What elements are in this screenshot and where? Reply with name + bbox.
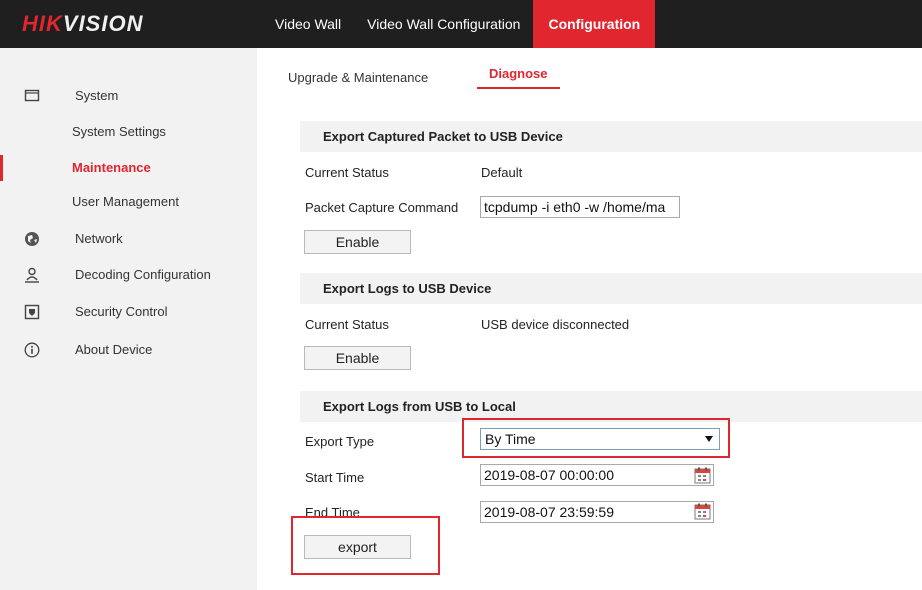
packet-command-input[interactable]: tcpdump -i eth0 -w /home/ma (480, 196, 680, 218)
start-time-input[interactable]: 2019-08-07 00:00:00 (480, 464, 714, 486)
nav-video-wall[interactable]: Video Wall (262, 0, 354, 48)
tab-diagnose[interactable]: Diagnose (477, 66, 560, 89)
sidebar: System System Settings Maintenance User … (0, 48, 257, 590)
export-type-selected: By Time (485, 431, 536, 447)
sidebar-item-system-settings[interactable]: System Settings (0, 119, 257, 145)
nav-configuration[interactable]: Configuration (533, 0, 656, 48)
end-time-label: End Time (305, 505, 360, 520)
export-button[interactable]: export (304, 535, 411, 559)
packet-command-label: Packet Capture Command (305, 200, 459, 215)
sidebar-item-label: System Settings (72, 124, 166, 139)
sidebar-item-label: System (75, 88, 119, 103)
sidebar-item-maintenance[interactable]: Maintenance (0, 155, 257, 181)
sidebar-item-about-device[interactable]: About Device (0, 337, 257, 363)
export-type-select[interactable]: By Time (480, 428, 720, 450)
monitor-icon (24, 89, 40, 102)
end-time-input[interactable]: 2019-08-07 23:59:59 (480, 501, 714, 523)
calendar-icon[interactable] (694, 503, 711, 520)
sidebar-item-label: User Management (72, 194, 179, 209)
sidebar-item-system[interactable]: System (0, 83, 257, 109)
section-header-packet-capture: Export Captured Packet to USB Device (300, 121, 922, 152)
sidebar-item-network[interactable]: Network (0, 226, 257, 252)
sidebar-item-security-control[interactable]: Security Control (0, 299, 257, 325)
calendar-icon[interactable] (694, 467, 711, 484)
packet-status-label: Current Status (305, 165, 389, 180)
person-icon (25, 267, 39, 283)
shield-icon (24, 304, 40, 320)
hikvision-logo: HIKVISION (22, 11, 144, 36)
top-bar: HIKVISION Video Wall Video Wall Configur… (0, 0, 922, 48)
logs-status-value: USB device disconnected (481, 317, 630, 332)
start-time-label: Start Time (305, 470, 365, 485)
sidebar-item-label: Decoding Configuration (75, 267, 211, 282)
logs-status-label: Current Status (305, 317, 389, 332)
sidebar-item-label: About Device (75, 342, 153, 357)
section-header-export-logs-usb: Export Logs to USB Device (300, 273, 922, 304)
sidebar-item-user-management[interactable]: User Management (0, 189, 257, 215)
chevron-down-icon (705, 436, 713, 442)
sidebar-item-decoding-configuration[interactable]: Decoding Configuration (0, 262, 257, 288)
sidebar-item-label: Network (75, 231, 123, 246)
tab-upgrade-maintenance[interactable]: Upgrade & Maintenance (288, 70, 428, 85)
top-nav: Video Wall Video Wall Configuration Conf… (262, 0, 656, 48)
info-icon (24, 342, 40, 358)
packet-enable-button[interactable]: Enable (304, 230, 411, 254)
packet-status-value: Default (481, 165, 523, 180)
export-type-label: Export Type (305, 434, 375, 449)
globe-icon (25, 232, 39, 246)
tab-bar: Upgrade & Maintenance Diagnose (257, 48, 922, 94)
nav-video-wall-configuration[interactable]: Video Wall Configuration (354, 0, 533, 48)
sidebar-item-label: Maintenance (72, 160, 151, 175)
section-header-usb-to-local: Export Logs from USB to Local (300, 391, 922, 422)
sidebar-item-label: Security Control (75, 304, 168, 319)
logs-enable-button[interactable]: Enable (304, 346, 411, 370)
